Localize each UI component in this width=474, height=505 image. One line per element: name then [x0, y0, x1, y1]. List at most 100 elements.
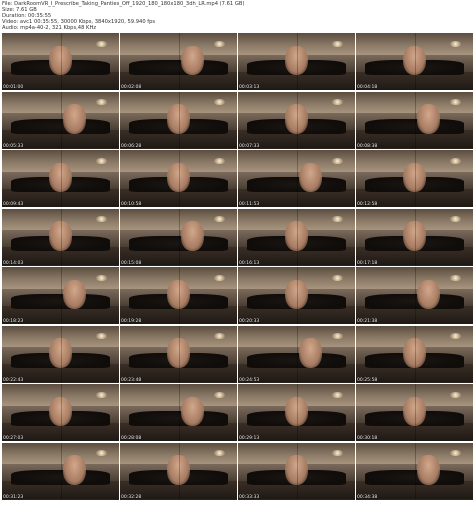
- video-thumbnail[interactable]: 00:29:13: [238, 384, 355, 441]
- stereo-divider: [60, 150, 62, 207]
- scene-lamp: [213, 391, 226, 398]
- scene-lamp: [331, 391, 344, 398]
- scene-figure: [298, 162, 323, 193]
- stereo-divider: [296, 33, 298, 90]
- video-thumbnail[interactable]: 00:06:28: [120, 91, 237, 149]
- thumbnail-timestamp: 00:23:48: [121, 377, 142, 383]
- thumbnail-timestamp: 00:05:33: [3, 143, 24, 149]
- video-thumbnail[interactable]: 00:22:43: [2, 325, 119, 383]
- stereo-divider: [296, 325, 298, 383]
- video-thumbnail[interactable]: 00:34:38: [356, 442, 473, 500]
- thumbnail-timestamp: 00:02:08: [121, 85, 142, 90]
- stereo-divider: [414, 384, 416, 441]
- stereo-divider: [178, 267, 180, 324]
- video-thumbnail[interactable]: 00:30:18: [356, 384, 473, 441]
- video-thumbnail[interactable]: 00:16:13: [238, 208, 355, 266]
- video-thumbnail[interactable]: 00:09:43: [2, 150, 119, 207]
- thumbnail-timestamp: 00:18:23: [3, 319, 24, 324]
- video-thumbnail[interactable]: 00:15:08: [120, 208, 237, 266]
- scene-figure: [62, 455, 87, 485]
- scene-lamp: [331, 157, 344, 164]
- video-thumbnail[interactable]: 00:24:53: [238, 325, 355, 383]
- video-thumbnail[interactable]: 00:27:03: [2, 384, 119, 441]
- thumbnail-timestamp: 00:09:43: [3, 202, 24, 207]
- video-thumbnail[interactable]: 00:01:00: [2, 33, 119, 90]
- stereo-divider: [60, 91, 62, 149]
- video-thumbnail[interactable]: 00:17:18: [356, 208, 473, 266]
- stereo-divider: [414, 325, 416, 383]
- video-thumbnail[interactable]: 00:18:23: [2, 267, 119, 324]
- video-thumbnail[interactable]: 00:32:28: [120, 442, 237, 500]
- scene-figure: [416, 104, 441, 134]
- thumbnail-timestamp: 00:20:33: [239, 319, 260, 324]
- stereo-divider: [296, 91, 298, 149]
- stereo-divider: [178, 150, 180, 207]
- scene-figure: [180, 221, 205, 251]
- thumbnail-grid: 00:01:00 00:02:08 00:03:13 00:04:18 00:05:33…: [2, 33, 474, 505]
- thumbnail-timestamp: 00:28:08: [121, 436, 142, 441]
- stereo-divider: [296, 442, 298, 500]
- video-thumbnail[interactable]: 00:12:58: [356, 150, 473, 207]
- stereo-divider: [414, 267, 416, 324]
- video-thumbnail[interactable]: 00:03:13: [238, 33, 355, 90]
- video-thumbnail[interactable]: 00:11:53: [238, 150, 355, 207]
- scene-lamp: [95, 274, 108, 281]
- video-thumbnail[interactable]: 00:21:38: [356, 267, 473, 324]
- stereo-divider: [60, 267, 62, 324]
- scene-lamp: [331, 40, 344, 47]
- thumbnail-timestamp: 00:34:38: [357, 494, 378, 500]
- thumbnail-timestamp: 00:31:23: [3, 494, 24, 500]
- video-thumbnail[interactable]: 00:31:23: [2, 442, 119, 500]
- thumbnail-timestamp: 00:17:18: [357, 260, 378, 266]
- stereo-divider: [178, 208, 180, 266]
- stereo-divider: [60, 384, 62, 441]
- thumbnail-timestamp: 00:03:13: [239, 85, 260, 90]
- scene-lamp: [95, 157, 108, 164]
- video-thumbnail[interactable]: 00:07:33: [238, 91, 355, 149]
- stereo-divider: [414, 208, 416, 266]
- stereo-divider: [178, 442, 180, 500]
- thumbnail-timestamp: 00:16:13: [239, 260, 260, 266]
- video-thumbnail[interactable]: 00:05:33: [2, 91, 119, 149]
- thumbnail-timestamp: 00:22:43: [3, 377, 24, 383]
- stereo-divider: [414, 150, 416, 207]
- scene-figure: [180, 396, 205, 427]
- stereo-divider: [178, 33, 180, 90]
- video-thumbnail[interactable]: 00:23:48: [120, 325, 237, 383]
- scene-lamp: [449, 391, 462, 398]
- stereo-divider: [296, 150, 298, 207]
- stereo-divider: [60, 208, 62, 266]
- video-thumbnail[interactable]: 00:25:58: [356, 325, 473, 383]
- scene-figure: [180, 45, 205, 76]
- thumbnail-timestamp: 00:24:53: [239, 377, 260, 383]
- scene-lamp: [95, 40, 108, 47]
- video-thumbnail[interactable]: 00:14:03: [2, 208, 119, 266]
- thumbnail-timestamp: 00:14:03: [3, 260, 24, 266]
- stereo-divider: [414, 91, 416, 149]
- scene-figure: [62, 279, 87, 310]
- video-thumbnail[interactable]: 00:08:38: [356, 91, 473, 149]
- thumbnail-timestamp: 00:29:13: [239, 436, 260, 441]
- scene-figure: [416, 279, 441, 310]
- video-thumbnail[interactable]: 00:19:28: [120, 267, 237, 324]
- scene-lamp: [449, 40, 462, 47]
- scene-figure: [62, 104, 87, 134]
- thumbnail-timestamp: 00:21:38: [357, 319, 378, 324]
- thumbnail-timestamp: 00:07:33: [239, 143, 260, 149]
- video-thumbnail[interactable]: 00:04:18: [356, 33, 473, 90]
- video-thumbnail[interactable]: 00:10:58: [120, 150, 237, 207]
- video-thumbnail[interactable]: 00:33:33: [238, 442, 355, 500]
- thumbnail-timestamp: 00:06:28: [121, 143, 142, 149]
- thumbnail-timestamp: 00:33:33: [239, 494, 260, 500]
- stereo-divider: [414, 33, 416, 90]
- stereo-divider: [296, 384, 298, 441]
- video-thumbnail[interactable]: 00:02:08: [120, 33, 237, 90]
- stereo-divider: [296, 208, 298, 266]
- stereo-divider: [178, 384, 180, 441]
- video-thumbnail[interactable]: 00:20:33: [238, 267, 355, 324]
- scene-lamp: [213, 157, 226, 164]
- thumbnail-timestamp: 00:04:18: [357, 85, 378, 90]
- scene-lamp: [331, 274, 344, 281]
- video-thumbnail[interactable]: 00:28:08: [120, 384, 237, 441]
- thumbnail-timestamp: 00:11:53: [239, 202, 260, 207]
